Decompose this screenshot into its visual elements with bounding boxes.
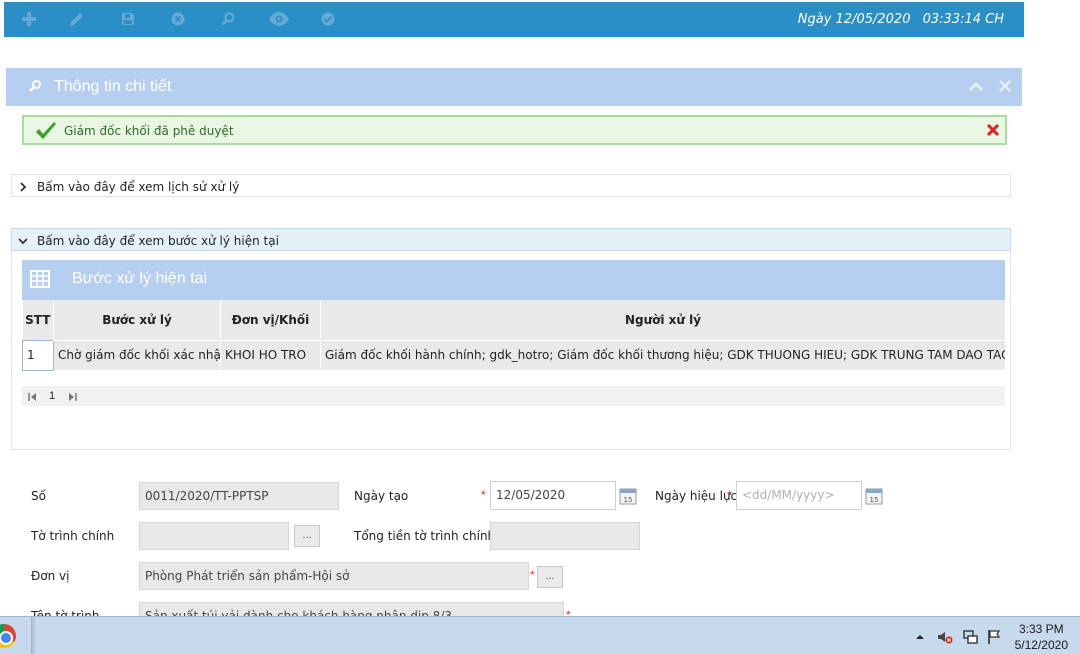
- taskbar-clock[interactable]: 3:33 PM 5/12/2020: [1015, 621, 1068, 653]
- column-header-step[interactable]: Bước xử lý: [53, 300, 221, 340]
- don-vi-field[interactable]: Phòng Phát triển sản phẩm-Hội sở: [139, 562, 529, 590]
- column-header-stt[interactable]: STT: [22, 300, 54, 340]
- ngay-tao-label: Ngày tạo: [354, 489, 409, 503]
- row-stt[interactable]: 1: [22, 339, 54, 371]
- current-step-table: STT Bước xử lý Đơn vị/Khối Người xử lý 1…: [22, 300, 1006, 371]
- to-trinh-chinh-label: Tờ trình chính: [31, 529, 115, 543]
- page-number[interactable]: 1: [49, 390, 55, 402]
- close-alert-icon[interactable]: [985, 122, 1001, 138]
- column-header-handler[interactable]: Người xử lý: [320, 300, 1006, 340]
- current-step-accordion[interactable]: Bấm vào đây để xem bước xử lý hiện tại: [11, 228, 1011, 251]
- table-icon: [30, 270, 50, 288]
- chevron-right-icon: [18, 181, 28, 192]
- history-accordion-label: Bấm vào đây để xem lịch sử xử lý: [37, 180, 240, 194]
- required-mark: *: [530, 568, 535, 582]
- current-step-accordion-label: Bấm vào đây để xem bước xử lý hiện tại: [37, 234, 279, 248]
- table-row[interactable]: 1 Chờ giám đốc khối xác nhận KHOI HO TRO…: [22, 339, 1006, 371]
- chevron-down-icon: [18, 235, 28, 245]
- toolbar-time: 03:33:14 CH: [922, 12, 1004, 27]
- to-trinh-chinh-field[interactable]: [139, 522, 289, 550]
- calendar-day: 15: [624, 496, 633, 504]
- tray-expand-icon[interactable]: [915, 629, 925, 645]
- calendar-day: 15: [870, 496, 879, 504]
- row-handler: Giám đốc khối hành chính; gdk_hotro; Giá…: [320, 339, 1006, 370]
- panel-title: Thông tin chi tiết: [54, 78, 172, 95]
- network-icon[interactable]: [962, 629, 978, 645]
- history-accordion[interactable]: Bấm vào đây để xem lịch sử xử lý: [11, 174, 1011, 197]
- windows-taskbar: 3:33 PM 5/12/2020: [0, 616, 1080, 654]
- grid-title: Bước xử lý hiện tai: [72, 270, 208, 287]
- chrome-icon[interactable]: [0, 624, 16, 648]
- cancel-icon[interactable]: [169, 10, 187, 28]
- search-icon: [28, 79, 42, 93]
- toolbar-date: Ngày 12/05/2020: [797, 12, 911, 27]
- grid-pager: 1: [22, 386, 1005, 406]
- browse-don-vi-button[interactable]: ...: [537, 566, 563, 588]
- row-step: Chờ giám đốc khối xác nhận: [53, 339, 221, 370]
- edit-icon[interactable]: [68, 10, 86, 28]
- tong-tien-field[interactable]: [490, 522, 640, 550]
- column-header-unit[interactable]: Đơn vị/Khối: [220, 300, 321, 340]
- approve-icon[interactable]: [319, 10, 337, 28]
- clock-date: 5/12/2020: [1014, 638, 1068, 652]
- detail-panel-header: Thông tin chi tiết: [6, 68, 1022, 106]
- checkmark-icon: [34, 121, 58, 141]
- grid-header: Bước xử lý hiện tai: [22, 260, 1005, 300]
- first-page-icon[interactable]: [28, 391, 38, 401]
- required-mark: *: [481, 488, 486, 502]
- flag-icon[interactable]: [986, 629, 1002, 645]
- search-icon[interactable]: [219, 10, 237, 28]
- tong-tien-label: Tổng tiền tờ trình chính: [354, 529, 496, 543]
- so-field[interactable]: 0011/2020/TT-PPTSP: [139, 482, 339, 510]
- toolbar: Ngày 12/05/2020 03:33:14 CH: [4, 2, 1024, 37]
- add-icon[interactable]: [20, 10, 38, 28]
- don-vi-label: Đơn vị: [31, 569, 70, 583]
- calendar-icon[interactable]: 15: [619, 487, 637, 505]
- row-unit: KHOI HO TRO: [220, 339, 321, 370]
- close-icon[interactable]: [998, 79, 1012, 93]
- alert-message: Giám đốc khối đã phê duyệt: [64, 124, 234, 138]
- approval-alert: Giám đốc khối đã phê duyệt: [22, 115, 1007, 145]
- so-label: Số: [31, 489, 46, 503]
- browse-to-trinh-button[interactable]: ...: [294, 525, 320, 547]
- last-page-icon[interactable]: [67, 391, 77, 401]
- ngay-hieu-luc-field[interactable]: <dd/MM/yyyy>: [736, 481, 862, 510]
- view-icon[interactable]: [268, 10, 290, 28]
- clock-time: 3:33 PM: [1018, 622, 1064, 636]
- taskbar-divider: [31, 617, 35, 654]
- speaker-muted-icon[interactable]: [937, 629, 953, 645]
- ngay-tao-field[interactable]: 12/05/2020: [490, 481, 616, 510]
- toolbar-datetime: Ngày 12/05/2020 03:33:14 CH: [794, 12, 1004, 27]
- collapse-up-icon[interactable]: [968, 79, 984, 95]
- ngay-hieu-luc-label: Ngày hiệu lực: [655, 489, 738, 503]
- save-icon[interactable]: [119, 10, 137, 28]
- calendar-icon[interactable]: 15: [865, 487, 883, 505]
- required-mark: *: [727, 488, 732, 502]
